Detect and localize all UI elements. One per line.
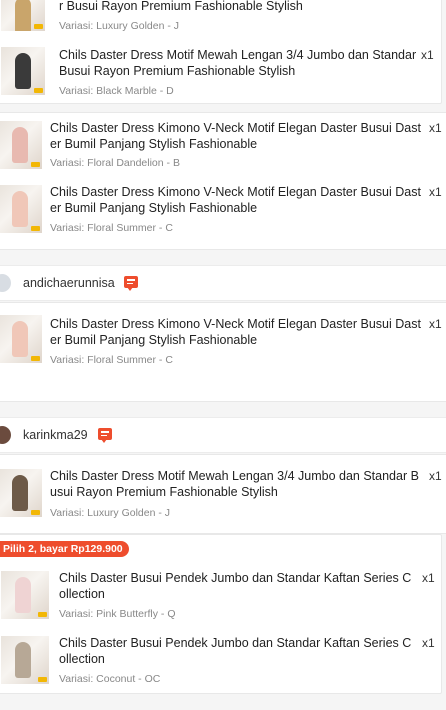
order-card-b: Chils Daster Dress Kimono V-Neck Motif E…: [0, 112, 446, 250]
product-quantity: x1: [429, 121, 442, 135]
chat-icon[interactable]: [98, 428, 112, 443]
product-variant: Variasi: Floral Dandelion - B: [50, 157, 180, 169]
shop-header[interactable]: karinkma29: [0, 417, 446, 453]
product-thumbnail[interactable]: [0, 315, 42, 363]
product-quantity: x1: [422, 636, 435, 650]
product-quantity: x1: [422, 571, 435, 585]
product-title[interactable]: Chils Daster Busui Pendek Jumbo dan Stan…: [59, 571, 417, 602]
product-thumbnail[interactable]: [0, 469, 42, 517]
avatar: [0, 426, 11, 444]
bundle-card: Chils Daster Busui Pendek Jumbo dan Stan…: [0, 534, 442, 694]
product-variant: Variasi: Floral Summer - C: [50, 354, 173, 366]
order-card-c: Chils Daster Dress Kimono V-Neck Motif E…: [0, 302, 446, 402]
product-title[interactable]: Chils Daster Dress Kimono V-Neck Motif E…: [50, 121, 424, 152]
product-quantity: x1: [429, 185, 442, 199]
product-quantity: x1: [429, 317, 442, 331]
product-title[interactable]: Chils Daster Dress Kimono V-Neck Motif E…: [50, 185, 424, 216]
product-title[interactable]: r Busui Rayon Premium Fashionable Stylis…: [59, 0, 414, 15]
product-thumbnail[interactable]: [0, 185, 42, 233]
chat-icon[interactable]: [124, 276, 138, 291]
product-variant: Variasi: Pink Butterfly - Q: [59, 608, 176, 620]
product-quantity: x1: [421, 48, 434, 62]
product-thumbnail[interactable]: [1, 636, 49, 684]
shop-header[interactable]: andichaerunnisa: [0, 265, 446, 301]
product-quantity: x1: [429, 469, 442, 483]
order-card-a: r Busui Rayon Premium Fashionable Stylis…: [0, 0, 442, 104]
avatar: [0, 274, 11, 292]
product-variant: Variasi: Luxury Golden - J: [59, 20, 180, 32]
order-card-d: Chils Daster Dress Motif Mewah Lengan 3/…: [0, 454, 446, 534]
product-variant: Variasi: Coconut - OC: [59, 673, 161, 685]
product-variant: Variasi: Floral Summer - C: [50, 222, 173, 234]
shop-name[interactable]: andichaerunnisa: [23, 276, 115, 290]
product-thumbnail[interactable]: [1, 571, 49, 619]
product-thumbnail[interactable]: [1, 0, 45, 31]
shop-name[interactable]: karinkma29: [23, 428, 88, 442]
product-title[interactable]: Chils Daster Busui Pendek Jumbo dan Stan…: [59, 636, 417, 667]
product-thumbnail[interactable]: [0, 121, 42, 169]
product-title[interactable]: Chils Daster Dress Motif Mewah Lengan 3/…: [50, 469, 424, 500]
product-variant: Variasi: Black Marble - D: [59, 85, 174, 97]
promo-badge[interactable]: Pilih 2, bayar Rp129.900: [0, 541, 129, 557]
product-title[interactable]: Chils Daster Dress Motif Mewah Lengan 3/…: [59, 48, 417, 79]
product-variant: Variasi: Luxury Golden - J: [50, 507, 171, 519]
product-thumbnail[interactable]: [1, 47, 45, 95]
product-title[interactable]: Chils Daster Dress Kimono V-Neck Motif E…: [50, 317, 424, 348]
